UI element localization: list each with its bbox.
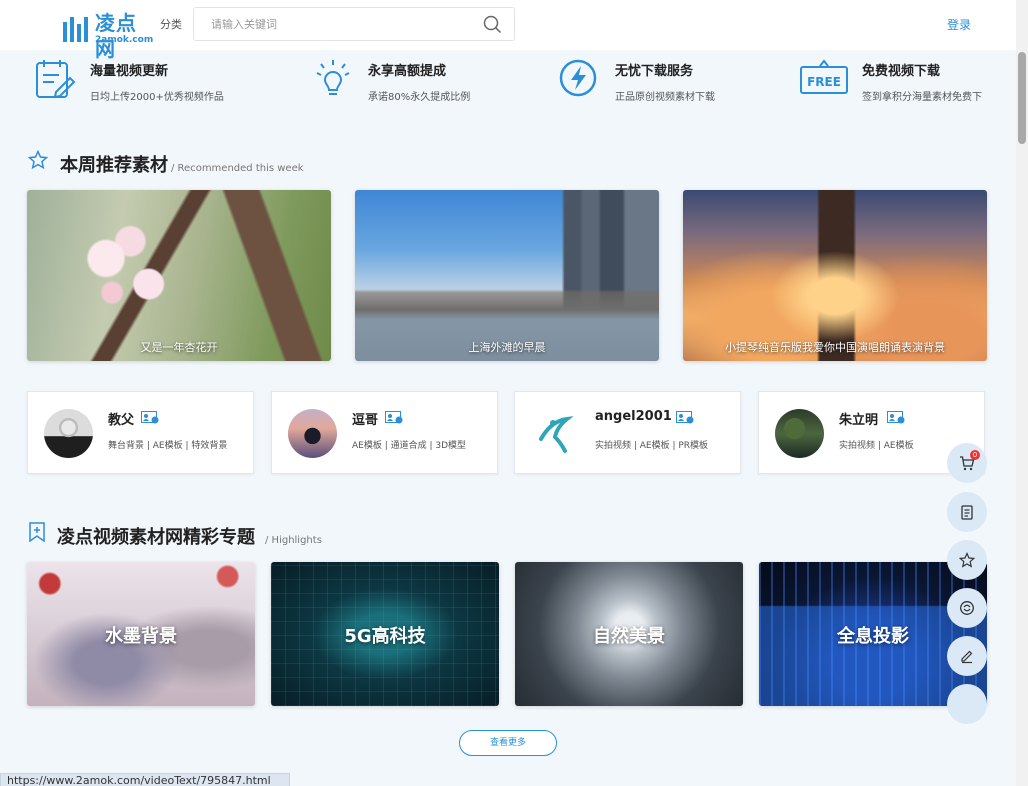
feature-desc: 正品原创视频素材下载 xyxy=(615,92,715,103)
search-input[interactable] xyxy=(194,8,474,40)
category-link[interactable]: 分类 xyxy=(160,16,182,32)
recommended-card[interactable]: 小提琴纯音乐版我爱你中国演唱朗诵表演背景 xyxy=(683,190,987,361)
orders-button[interactable] xyxy=(947,492,987,532)
section-subtitle: / Recommended this week xyxy=(171,163,304,174)
topic-card[interactable]: 自然美景 xyxy=(515,562,743,706)
view-more-button[interactable]: 查看更多 xyxy=(459,730,557,756)
section-title-recommended: 本周推荐素材 / Recommended this week xyxy=(60,151,304,177)
support-icon xyxy=(960,601,974,615)
author-tags: AE模板 | 通道合成 | 3D模型 xyxy=(352,441,467,451)
clipboard-icon xyxy=(961,505,973,520)
feedback-button[interactable] xyxy=(947,636,987,676)
card-caption: 小提琴纯音乐版我爱你中国演唱朗诵表演背景 xyxy=(725,341,945,354)
avatar[interactable] xyxy=(288,409,337,458)
author-tags: 实拍视频 | AE模板 | PR模板 xyxy=(595,441,709,451)
feature-title: 永享高额提成 xyxy=(368,64,447,79)
feature-desc: 日均上传2000+优秀视频作品 xyxy=(90,92,224,103)
topic-card[interactable]: 水墨背景 xyxy=(27,562,255,706)
back-to-top-button[interactable] xyxy=(947,684,987,724)
free-tag-text: FREE xyxy=(807,75,841,89)
card-caption: 上海外滩的早晨 xyxy=(468,341,546,354)
author-card[interactable]: 逗哥 AE模板 | 通道合成 | 3D模型 xyxy=(271,391,498,474)
recommended-card[interactable]: 上海外滩的早晨 xyxy=(355,190,659,361)
section-title: 凌点视频素材网精彩专题 xyxy=(57,527,255,548)
feature-title: 海量视频更新 xyxy=(90,64,169,79)
author-card[interactable]: 教父 舞台背景 | AE模板 | 特效背景 xyxy=(27,391,254,474)
card-caption: 又是一年杏花开 xyxy=(140,341,218,354)
logo-mark-icon xyxy=(63,17,88,42)
section-title-highlights: 凌点视频素材网精彩专题 / Highlights xyxy=(57,523,322,549)
topic-label: 5G高科技 xyxy=(344,626,426,647)
section-subtitle: / Highlights xyxy=(265,535,322,546)
search-icon[interactable] xyxy=(483,15,502,34)
author-name[interactable]: 教父 xyxy=(108,409,134,428)
author-tags: 舞台背景 | AE模板 | 特效背景 xyxy=(108,441,228,451)
verified-id-icon xyxy=(887,411,905,424)
feature-item: FREE 免费视频下载 签到拿积分海量素材免费下 xyxy=(800,58,1028,106)
pencil-icon xyxy=(961,650,973,664)
lightning-icon xyxy=(559,59,597,97)
author-name[interactable]: 逗哥 xyxy=(352,409,378,428)
verified-id-icon xyxy=(385,411,403,424)
topic-label: 水墨背景 xyxy=(105,626,177,647)
feature-title: 无忧下载服务 xyxy=(615,64,694,79)
feature-desc: 签到拿积分海量素材免费下 xyxy=(862,92,982,103)
scrollbar-thumb[interactable] xyxy=(1018,52,1026,144)
recommended-card[interactable]: 又是一年杏花开 xyxy=(27,190,331,361)
feature-item: 海量视频更新 日均上传2000+优秀视频作品 xyxy=(34,58,274,106)
topic-label: 自然美景 xyxy=(593,626,665,647)
avatar[interactable] xyxy=(775,409,824,458)
lightbulb-icon xyxy=(316,60,350,95)
feature-desc: 承诺80%永久提成比例 xyxy=(368,92,471,103)
search-box xyxy=(193,7,515,41)
section-title: 本周推荐素材 xyxy=(60,155,168,176)
feature-title: 免费视频下载 xyxy=(862,64,941,79)
author-card[interactable]: angel2001 实拍视频 | AE模板 | PR模板 xyxy=(514,391,741,474)
avatar[interactable] xyxy=(531,409,580,458)
document-edit-icon xyxy=(36,60,76,99)
topic-card[interactable]: 5G高科技 xyxy=(271,562,499,706)
star-outline-icon xyxy=(28,150,48,170)
feature-item: 无忧下载服务 正品原创视频素材下载 xyxy=(559,58,799,106)
favorites-button[interactable] xyxy=(947,540,987,580)
page-scrollbar[interactable] xyxy=(1016,0,1028,786)
site-logo[interactable]: 凌点网 2amok.com xyxy=(62,10,157,61)
cart-count-badge: 0 xyxy=(970,450,980,460)
customer-service-button[interactable] xyxy=(947,588,987,628)
cart-button[interactable] xyxy=(947,443,987,483)
logo-domain: 2amok.com xyxy=(95,35,154,45)
author-name[interactable]: angel2001 xyxy=(595,409,672,424)
verified-id-icon xyxy=(141,411,159,424)
angel-logo-icon xyxy=(539,416,574,453)
status-url: https://www.2amok.com/videoText/795847.h… xyxy=(0,773,290,786)
top-header: 凌点网 2amok.com 分类 登录 xyxy=(0,0,1016,61)
feature-item: 永享高额提成 承诺80%永久提成比例 xyxy=(312,58,552,106)
star-icon xyxy=(959,552,975,568)
bookmark-plus-icon xyxy=(29,522,45,542)
verified-id-icon xyxy=(676,411,694,424)
author-tags: 实拍视频 | AE模板 xyxy=(839,441,914,451)
topic-card[interactable]: 全息投影 xyxy=(759,562,987,706)
free-tag-icon: FREE xyxy=(800,59,848,94)
author-name[interactable]: 朱立明 xyxy=(839,409,878,428)
login-link[interactable]: 登录 xyxy=(947,16,971,33)
avatar[interactable] xyxy=(44,409,93,458)
